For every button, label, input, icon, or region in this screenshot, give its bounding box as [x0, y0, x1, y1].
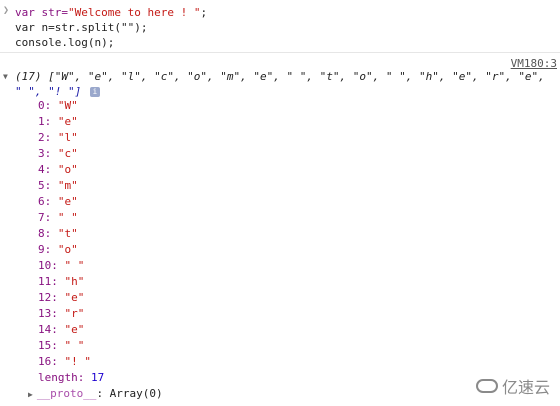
array-item-index: 11:: [38, 275, 58, 288]
expand-proto-triangle-icon[interactable]: ▶: [28, 390, 33, 399]
array-item: 8: "t": [38, 226, 104, 242]
length-key: length:: [38, 371, 85, 384]
array-item-value: " ": [64, 339, 85, 352]
array-item: 9: "o": [38, 242, 104, 258]
array-length: length: 17: [38, 370, 104, 386]
proto-row[interactable]: ▶ __proto__: Array(0): [28, 386, 163, 403]
array-item: 6: "e": [38, 194, 104, 210]
array-item-index: 10:: [38, 259, 58, 272]
code-line-2: var n=str.split("");: [15, 21, 148, 34]
array-item-index: 13:: [38, 307, 58, 320]
array-item-value: "l": [57, 131, 78, 144]
code-line-1: var str="Welcome to here ! ";: [15, 5, 207, 20]
array-item-value: "e": [64, 323, 85, 336]
array-item-index: 12:: [38, 291, 58, 304]
array-item-value: "e": [57, 115, 78, 128]
array-item: 3: "c": [38, 146, 104, 162]
array-item-value: "m": [57, 179, 78, 192]
array-item: 5: "m": [38, 178, 104, 194]
prompt-chevron-icon: ❯: [3, 5, 10, 16]
array-item-index: 16:: [38, 355, 58, 368]
array-item-index: 6:: [38, 195, 52, 208]
array-item-value: "t": [57, 227, 78, 240]
array-item-index: 14:: [38, 323, 58, 336]
array-item-index: 4:: [38, 163, 52, 176]
array-item: 2: "l": [38, 130, 104, 146]
array-item-value: "e": [57, 195, 78, 208]
array-item: 0: "W": [38, 98, 104, 114]
array-item-index: 8:: [38, 227, 52, 240]
array-item: 1: "e": [38, 114, 104, 130]
array-item-value: "r": [64, 307, 85, 320]
code-var-decl: var str=: [15, 6, 68, 19]
array-item: 16: "! ": [38, 354, 104, 370]
array-item: 12: "e": [38, 290, 104, 306]
array-item-value: "! ": [64, 355, 92, 368]
code-string-literal: "Welcome to here ! ": [67, 6, 201, 19]
array-item-value: "c": [57, 147, 78, 160]
array-items: 0: "W" 1: "e" 2: "l" 3: "c" 4: "o" 5: "m" 6: "…: [38, 98, 104, 386]
array-item-value: " ": [57, 211, 78, 224]
array-item-index: 5:: [38, 179, 52, 192]
code-semicolon: ;: [200, 6, 208, 19]
array-item-index: 1:: [38, 115, 52, 128]
array-item-index: 15:: [38, 339, 58, 352]
array-item-index: 3:: [38, 147, 52, 160]
array-item: 11: "h": [38, 274, 104, 290]
array-item: 7: " ": [38, 210, 104, 226]
expand-triangle-icon[interactable]: ▼: [3, 72, 8, 81]
array-item-value: "W": [57, 99, 78, 112]
array-item-index: 2:: [38, 131, 52, 144]
console-input-block: ❯ var str="Welcome to here ! "; var n=st…: [0, 0, 560, 53]
array-item-index: 7:: [38, 211, 52, 224]
array-item-value: "e": [64, 291, 85, 304]
array-item-value: "h": [64, 275, 85, 288]
code-line-3: console.log(n);: [15, 36, 115, 49]
array-item-value: " ": [64, 259, 85, 272]
array-item-value: "o": [57, 163, 78, 176]
length-value: 17: [90, 371, 105, 384]
watermark-text: 亿速云: [501, 378, 550, 397]
cloud-logo-icon: [475, 379, 498, 393]
watermark: 亿速云: [475, 374, 550, 398]
array-item: 14: "e": [38, 322, 104, 338]
array-summary-tail: " ", "! "]: [15, 85, 82, 98]
proto-value: : Array(0): [96, 387, 163, 400]
array-item: 4: "o": [38, 162, 104, 178]
array-summary[interactable]: (17) ["W", "e", "l", "c", "o", "m", "e",…: [15, 69, 545, 84]
array-item: 15: " ": [38, 338, 104, 354]
array-summary-continued: " ", "! "] i: [15, 84, 100, 99]
array-item-index: 0:: [38, 99, 52, 112]
proto-key: __proto__: [36, 387, 97, 400]
info-icon[interactable]: i: [89, 87, 100, 97]
array-item: 10: " ": [38, 258, 104, 274]
array-item: 13: "r": [38, 306, 104, 322]
array-item-value: "o": [57, 243, 78, 256]
array-item-index: 9:: [38, 243, 52, 256]
